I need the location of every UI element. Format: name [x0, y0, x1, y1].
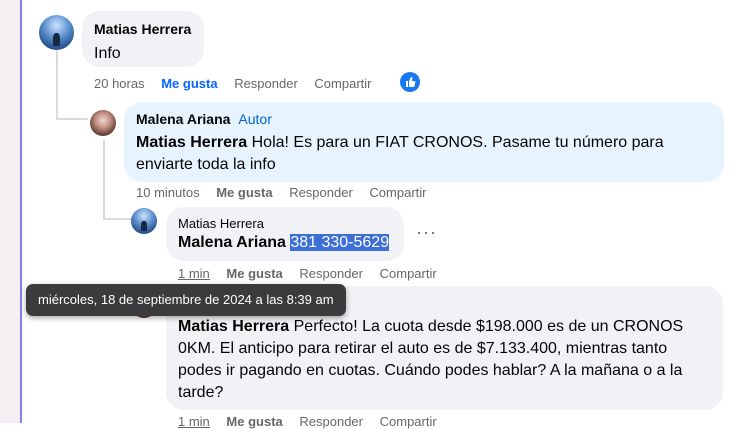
like-button[interactable]: Me gusta	[161, 76, 217, 91]
author-badge: Autor	[238, 111, 272, 127]
thumbs-up-glyph	[406, 77, 416, 87]
comment-text: Matias Herrera Hola! Es para un FIAT CRO…	[136, 132, 712, 176]
share-button[interactable]: Compartir	[380, 414, 437, 429]
selected-phone-text[interactable]: 381 330-5629	[290, 234, 390, 251]
mention-link[interactable]: Malena Ariana	[178, 234, 286, 251]
share-button[interactable]: Compartir	[369, 185, 426, 200]
timestamp-link[interactable]: 1 min	[178, 414, 210, 429]
comment-header: Malena Ariana Autor	[136, 111, 712, 129]
like-button[interactable]: Me gusta	[226, 266, 282, 281]
comment-author[interactable]: Malena Ariana	[136, 111, 230, 127]
like-button[interactable]: Me gusta	[226, 414, 282, 429]
thumbs-up-icon[interactable]	[400, 72, 420, 92]
comment-bubble: Matias Herrera Info	[82, 11, 204, 67]
comment-bubble: Matias Herrera Malena Ariana 381 330-562…	[166, 207, 404, 261]
share-button[interactable]: Compartir	[380, 266, 437, 281]
comment-actions: 1 min Me gusta Responder Compartir	[178, 266, 450, 281]
more-options-icon[interactable]: ···	[416, 222, 437, 243]
comment-author[interactable]: Matias Herrera	[94, 21, 192, 37]
thread-line	[103, 218, 131, 220]
comment-text: Info	[94, 45, 121, 62]
avatar[interactable]	[90, 110, 116, 136]
reply-button[interactable]: Responder	[299, 266, 363, 281]
comment-actions: 10 minutos Me gusta Responder Compartir	[136, 185, 440, 200]
comment-text: Matias Herrera Perfecto! La cuota desde …	[178, 316, 711, 404]
thread-line	[56, 118, 88, 120]
left-border-line	[20, 0, 22, 423]
thread-line	[56, 50, 58, 120]
reply-button[interactable]: Responder	[289, 185, 353, 200]
mention-link[interactable]: Matias Herrera	[136, 134, 247, 151]
timestamp-tooltip: miércoles, 18 de septiembre de 2024 a la…	[26, 284, 346, 316]
comment-actions: 20 horas Me gusta Responder Compartir	[94, 76, 385, 91]
comment-bubble: Malena Ariana Autor Matias Herrera Hola! …	[124, 102, 724, 182]
left-edge	[0, 0, 20, 423]
mention-link[interactable]: Matias Herrera	[178, 318, 289, 335]
thread-line	[103, 140, 105, 220]
reply-button[interactable]: Responder	[234, 76, 298, 91]
timestamp-link[interactable]: 20 horas	[94, 76, 145, 91]
avatar[interactable]	[131, 208, 157, 234]
avatar[interactable]	[39, 15, 74, 50]
comment-actions: 1 min Me gusta Responder Compartir	[178, 414, 450, 429]
comment-author[interactable]: Matias Herrera	[178, 216, 392, 231]
share-button[interactable]: Compartir	[314, 76, 371, 91]
timestamp-link[interactable]: 1 min	[178, 266, 210, 281]
like-button[interactable]: Me gusta	[216, 185, 272, 200]
comment-text: Malena Ariana 381 330-5629	[178, 232, 392, 254]
timestamp-link[interactable]: 10 minutos	[136, 185, 200, 200]
reply-button[interactable]: Responder	[299, 414, 363, 429]
